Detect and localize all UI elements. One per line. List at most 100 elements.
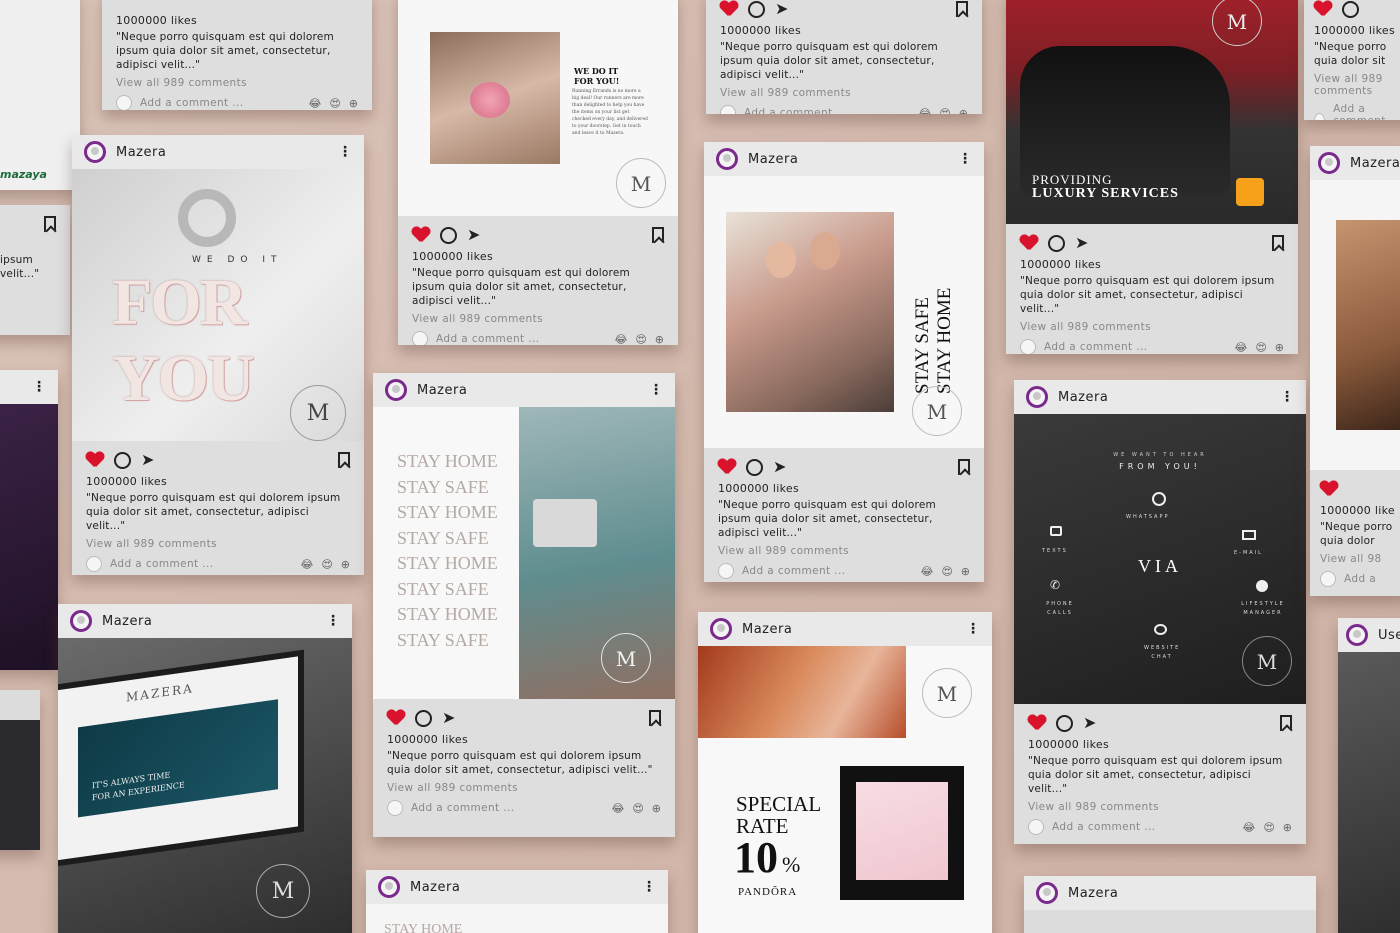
add-comment-input[interactable]: Add a comment ... — [110, 558, 213, 570]
add-emoji-icon[interactable]: ⊕ — [959, 107, 968, 115]
share-icon[interactable]: ➤ — [141, 452, 154, 468]
like-icon[interactable] — [1028, 715, 1046, 731]
add-emoji-icon[interactable]: ⊕ — [1275, 341, 1284, 354]
laugh-emoji[interactable]: 😂 — [918, 107, 931, 115]
profile-avatar[interactable] — [385, 379, 407, 401]
laugh-emoji[interactable]: 😂 — [1234, 341, 1247, 354]
share-icon[interactable]: ➤ — [1075, 235, 1088, 251]
view-all-comments-link[interactable]: View all 989 comments — [1314, 73, 1400, 97]
love-emoji[interactable]: 😍 — [635, 333, 646, 346]
like-icon[interactable] — [720, 1, 738, 17]
add-comment-input[interactable]: Add a comment ... — [744, 107, 847, 114]
like-icon[interactable] — [412, 227, 430, 243]
more-options-icon[interactable]: ⋮ — [326, 613, 340, 629]
profile-avatar[interactable] — [1346, 624, 1368, 646]
more-options-icon[interactable]: ⋮ — [649, 382, 663, 398]
love-emoji[interactable]: 😍 — [939, 107, 950, 115]
like-icon[interactable] — [1320, 481, 1338, 497]
comment-icon[interactable] — [748, 0, 765, 18]
save-icon[interactable] — [652, 227, 664, 243]
save-icon[interactable] — [338, 452, 350, 468]
add-comment-input[interactable]: Add a comment ... — [411, 802, 514, 814]
save-icon[interactable] — [956, 1, 968, 17]
view-all-comments-link[interactable]: View all 98 — [1320, 553, 1396, 565]
add-comment-input[interactable]: Add a comment ... — [742, 565, 845, 577]
add-emoji-icon[interactable]: ⊕ — [341, 558, 350, 571]
add-comment-input[interactable]: Add a comment ... — [1333, 103, 1400, 120]
share-icon[interactable]: ➤ — [442, 710, 455, 726]
save-icon[interactable] — [1280, 715, 1292, 731]
add-emoji-icon[interactable]: ⊕ — [349, 97, 358, 110]
view-all-comments-link[interactable]: View all 989 comments — [1020, 321, 1284, 333]
like-icon[interactable] — [1020, 235, 1038, 251]
profile-avatar[interactable] — [710, 618, 732, 640]
love-emoji[interactable]: 😍 — [329, 97, 340, 110]
comment-icon[interactable] — [1056, 714, 1073, 732]
more-options-icon[interactable]: ⋮ — [958, 151, 972, 167]
profile-avatar[interactable] — [1318, 152, 1340, 174]
love-emoji[interactable]: 😍 — [632, 802, 643, 815]
username[interactable]: Mazera — [417, 383, 467, 398]
username[interactable]: Use — [1378, 628, 1400, 643]
share-icon[interactable]: ➤ — [775, 1, 788, 17]
comment-icon[interactable] — [415, 709, 432, 727]
add-comment-input[interactable]: Add a comment ... — [436, 333, 539, 345]
view-all-comments-link[interactable]: View all 989 comments — [718, 545, 970, 557]
username[interactable]: Mazera — [748, 152, 798, 167]
comment-icon[interactable] — [1048, 234, 1065, 252]
add-comment-input[interactable]: Add a — [1344, 573, 1376, 585]
username[interactable]: Mazera — [116, 145, 166, 160]
more-options-icon[interactable]: ⋮ — [966, 621, 980, 637]
add-comment-input[interactable]: Add a comment ... — [1044, 341, 1147, 353]
laugh-emoji[interactable]: 😂 — [614, 333, 627, 346]
view-all-comments-link[interactable]: View all 989 comments — [1028, 801, 1292, 813]
like-icon[interactable] — [387, 710, 405, 726]
save-icon[interactable] — [1272, 235, 1284, 251]
add-emoji-icon[interactable]: ⊕ — [652, 802, 661, 815]
save-icon[interactable] — [649, 710, 661, 726]
like-icon[interactable] — [1314, 1, 1332, 17]
like-icon[interactable] — [86, 452, 104, 468]
username[interactable]: Mazera — [102, 614, 152, 629]
add-emoji-icon[interactable]: ⊕ — [655, 333, 664, 346]
love-emoji[interactable]: 😍 — [1255, 341, 1266, 354]
save-icon[interactable] — [958, 459, 970, 475]
view-all-comments-link[interactable]: View all 989 comments — [720, 87, 968, 99]
more-options-icon[interactable]: ⋮ — [32, 379, 46, 395]
add-comment-input[interactable]: Add a comment ... — [140, 97, 243, 109]
more-options-icon[interactable]: ⋮ — [1280, 389, 1294, 405]
username[interactable]: Mazera — [1068, 886, 1118, 901]
add-comment-input[interactable]: Add a comment ... — [1052, 821, 1155, 833]
laugh-emoji[interactable]: 😂 — [308, 97, 321, 110]
laugh-emoji[interactable]: 😂 — [300, 558, 313, 571]
username[interactable]: Mazera — [410, 880, 460, 895]
laugh-emoji[interactable]: 😂 — [611, 802, 624, 815]
profile-avatar[interactable] — [84, 141, 106, 163]
like-icon[interactable] — [718, 459, 736, 475]
username[interactable]: Mazera — [1350, 156, 1400, 171]
view-all-comments-link[interactable]: View all 989 comments — [86, 538, 350, 550]
profile-avatar[interactable] — [70, 610, 92, 632]
save-icon[interactable] — [44, 216, 56, 232]
add-emoji-icon[interactable]: ⊕ — [1283, 821, 1292, 834]
laugh-emoji[interactable]: 😂 — [920, 565, 933, 578]
profile-avatar[interactable] — [1036, 882, 1058, 904]
share-icon[interactable]: ➤ — [467, 227, 480, 243]
profile-avatar[interactable] — [716, 148, 738, 170]
view-all-comments-link[interactable]: View all 989 comments — [412, 313, 664, 325]
love-emoji[interactable]: 😍 — [1263, 821, 1274, 834]
laugh-emoji[interactable]: 😂 — [1242, 821, 1255, 834]
add-emoji-icon[interactable]: ⊕ — [961, 565, 970, 578]
comment-icon[interactable] — [114, 451, 131, 469]
profile-avatar[interactable] — [378, 876, 400, 898]
comment-icon[interactable] — [440, 226, 457, 244]
profile-avatar[interactable] — [1026, 386, 1048, 408]
view-all-comments-link[interactable]: View all 989 comments — [116, 77, 358, 89]
share-icon[interactable]: ➤ — [1083, 715, 1096, 731]
comment-icon[interactable] — [746, 458, 763, 476]
comment-icon[interactable] — [1342, 0, 1359, 18]
love-emoji[interactable]: 😍 — [321, 558, 332, 571]
love-emoji[interactable]: 😍 — [941, 565, 952, 578]
more-options-icon[interactable]: ⋮ — [642, 879, 656, 895]
username[interactable]: Mazera — [742, 622, 792, 637]
